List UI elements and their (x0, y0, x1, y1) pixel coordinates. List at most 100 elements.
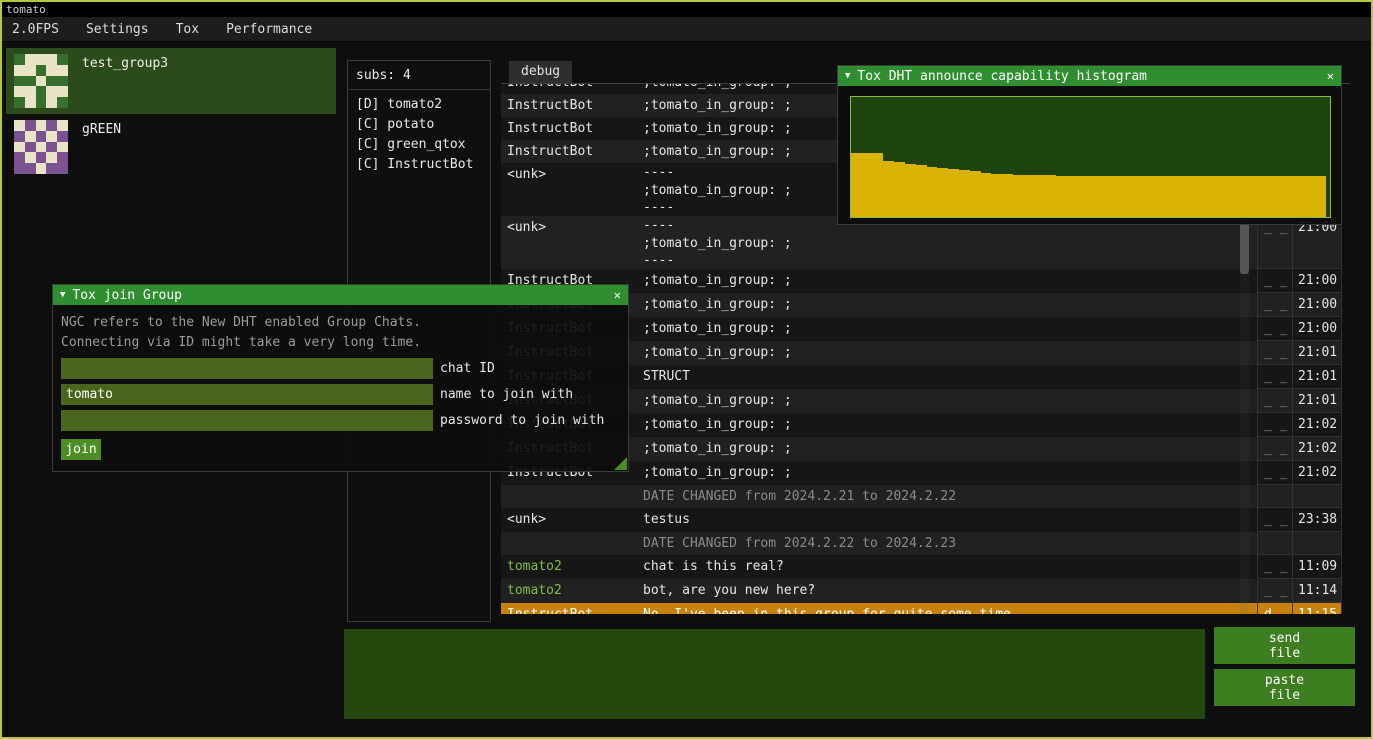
message-sender: tomato2 (501, 555, 639, 579)
join-field-row: chat ID (61, 355, 620, 381)
histogram-bar (1261, 176, 1272, 217)
tab-debug[interactable]: debug (509, 61, 572, 83)
message-time: 23:38 (1292, 508, 1342, 532)
member-list: [D] tomato2[C] potato[C] green_qtox[C] I… (348, 90, 490, 175)
chat-message-row[interactable]: tomato2bot, are you new here?_ _11:14 (501, 579, 1342, 603)
sidebar-item-test-group3[interactable]: test_group3 (6, 48, 336, 114)
time-cell (1292, 532, 1342, 555)
chat-message-row[interactable]: InstructBotNo, I've been in this group f… (501, 603, 1342, 614)
chat-message-row[interactable]: tomato2chat is this real?_ _11:09 (501, 555, 1342, 579)
message-time: 21:00 (1292, 269, 1342, 293)
join-input-chat-ID[interactable] (61, 358, 433, 379)
chat-message-row[interactable]: <unk>testus_ _23:38 (501, 508, 1342, 532)
message-status: _ _ (1257, 413, 1292, 437)
date-changed-text: DATE CHANGED from 2024.2.22 to 2024.2.23 (639, 532, 1257, 555)
resize-grip[interactable] (614, 457, 627, 470)
member-item[interactable]: [D] tomato2 (348, 95, 490, 115)
join-button[interactable]: join (61, 439, 101, 460)
status-cell (1257, 485, 1292, 508)
window-titlebar[interactable]: tomato (2, 2, 1371, 17)
message-input[interactable] (344, 629, 1205, 719)
histogram-bar (1272, 176, 1283, 217)
message-text: ;tomato_in_group: ; (639, 341, 1257, 365)
send-file-button[interactable]: send file (1214, 627, 1355, 664)
message-time: 11:14 (1292, 579, 1342, 603)
histogram-bar (1078, 176, 1089, 217)
message-text: ;tomato_in_group: ; (639, 317, 1257, 341)
time-cell (1292, 485, 1342, 508)
dht-histogram-window-title: Tox DHT announce capability histogram (857, 69, 1319, 84)
histogram-bar (1304, 176, 1315, 217)
paste-file-button[interactable]: paste file (1214, 669, 1355, 706)
message-text: ;tomato_in_group: ; (639, 461, 1257, 485)
dht-histogram-window: ▼ Tox DHT announce capability histogram … (837, 65, 1342, 225)
histogram-bar (851, 153, 862, 217)
message-status: _ _ (1257, 365, 1292, 389)
date-changed-text: DATE CHANGED from 2024.2.21 to 2024.2.22 (639, 485, 1257, 508)
join-fields: chat ID name to join with password to join… (61, 355, 620, 433)
message-time: 21:02 (1292, 413, 1342, 437)
histogram-bar (1056, 176, 1067, 217)
histogram-bar (948, 169, 959, 217)
join-input-password-to-join-with[interactable] (61, 410, 433, 431)
message-text: ;tomato_in_group: ; (639, 293, 1257, 317)
group-avatar (14, 54, 68, 108)
message-text: ;tomato_in_group: ; (639, 437, 1257, 461)
collapse-icon[interactable]: ▼ (845, 71, 850, 81)
sidebar-item-green[interactable]: gREEN (6, 116, 336, 176)
histogram-bar (959, 170, 970, 217)
message-status: _ _ (1257, 317, 1292, 341)
message-time: 21:00 (1292, 293, 1342, 317)
histogram-bar (1197, 176, 1208, 217)
join-group-body: NGC refers to the New DHT enabled Group … (53, 305, 628, 468)
histogram-bar (883, 161, 894, 217)
message-time: 21:02 (1292, 461, 1342, 485)
histogram-bar (937, 168, 948, 217)
message-time: 21:00 (1292, 317, 1342, 341)
message-status: _ _ (1257, 461, 1292, 485)
app-window: tomato 2.0FPS Settings Tox Performance t… (0, 0, 1373, 739)
menu-item-tox[interactable]: Tox (176, 22, 199, 37)
window-title: tomato (6, 3, 46, 16)
histogram-bar (1143, 176, 1154, 217)
histogram-bar (1153, 176, 1164, 217)
message-text: No, I've been in this group for quite so… (639, 603, 1257, 614)
histogram-bar (991, 174, 1002, 217)
histogram-bar (1186, 176, 1197, 217)
collapse-icon[interactable]: ▼ (60, 290, 65, 300)
message-text: testus (639, 508, 1257, 532)
join-field-label: chat ID (440, 361, 495, 376)
histogram-bar (1294, 176, 1305, 217)
close-icon[interactable]: ✕ (614, 288, 621, 302)
message-text: ;tomato_in_group: ; (639, 389, 1257, 413)
message-sender: <unk> (501, 163, 639, 216)
member-item[interactable]: [C] green_qtox (348, 135, 490, 155)
join-info-line: Connecting via ID might take a very long… (61, 333, 620, 353)
join-field-row: name to join with (61, 381, 620, 407)
histogram-bar (1283, 176, 1294, 217)
fps-indicator: 2.0FPS (12, 22, 59, 37)
histogram-bar (916, 165, 927, 217)
histogram-bar (1099, 176, 1110, 217)
message-status: _ _ (1257, 437, 1292, 461)
join-input-name-to-join-with[interactable] (61, 384, 433, 405)
member-item[interactable]: [C] InstructBot (348, 155, 490, 175)
menu-item-performance[interactable]: Performance (226, 22, 312, 37)
dht-histogram-window-titlebar[interactable]: ▼ Tox DHT announce capability histogram … (838, 66, 1341, 86)
close-icon[interactable]: ✕ (1327, 69, 1334, 83)
histogram-bar (905, 164, 916, 217)
histogram-bar (970, 171, 981, 217)
join-group-window-titlebar[interactable]: ▼ Tox join Group ✕ (53, 285, 628, 305)
message-time: 21:01 (1292, 389, 1342, 413)
message-sender: <unk> (501, 216, 639, 269)
histogram-bar (927, 167, 938, 217)
member-item[interactable]: [C] potato (348, 115, 490, 135)
histogram-bar (981, 173, 992, 217)
join-field-label: password to join with (440, 413, 604, 428)
message-sender: tomato2 (501, 579, 639, 603)
join-group-window: ▼ Tox join Group ✕ NGC refers to the New… (52, 284, 629, 472)
menu-item-settings[interactable]: Settings (86, 22, 149, 37)
join-field-row: password to join with (61, 407, 620, 433)
members-header: subs: 4 (348, 61, 490, 90)
message-time: 21:01 (1292, 341, 1342, 365)
